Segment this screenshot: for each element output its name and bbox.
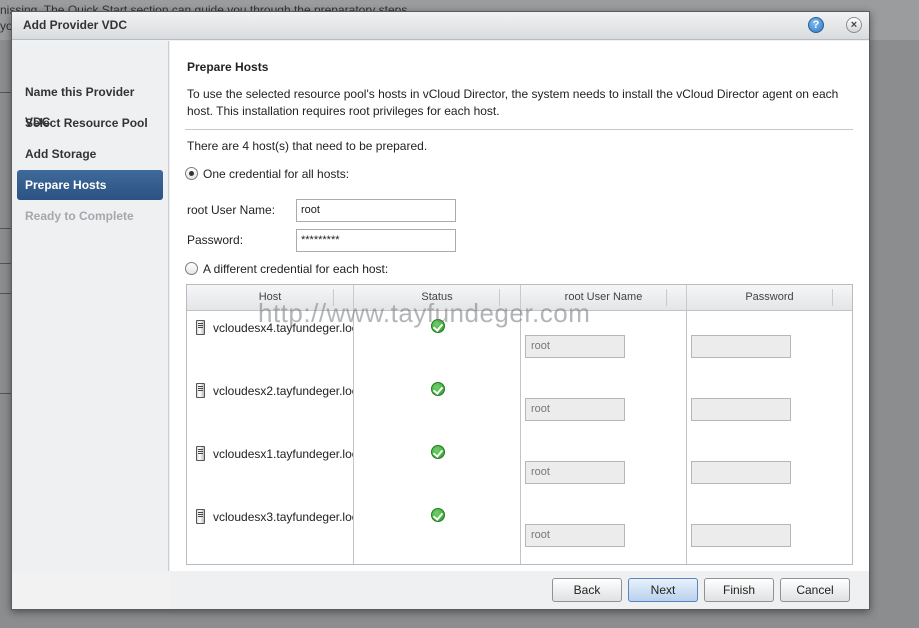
dialog-footer: Back Next Finish Cancel: [170, 571, 869, 609]
page-title: Prepare Hosts: [187, 60, 269, 74]
radio-different-credential-label: A different credential for each host:: [203, 262, 389, 276]
check-circle-icon: [431, 382, 445, 396]
host-count-text: There are 4 host(s) that need to be prep…: [187, 139, 428, 153]
check-circle-icon: [431, 319, 445, 333]
root-user-name-label: root User Name:: [187, 203, 276, 217]
nav-item-ready-to-complete: Ready to Complete: [25, 209, 134, 223]
check-circle-icon: [431, 445, 445, 459]
column-header-host[interactable]: Host: [187, 285, 354, 310]
header-separator: [666, 289, 667, 306]
row-root-user-input: root: [525, 335, 625, 358]
column-header-root-user-name[interactable]: root User Name: [521, 285, 687, 310]
radio-button-checked[interactable]: [185, 167, 198, 180]
table-row: vcloudesx4.tayfundeger.local root: [187, 313, 852, 376]
dialog-titlebar: Add Provider VDC ? ×: [12, 12, 869, 40]
radio-one-credential-label: One credential for all hosts:: [203, 167, 350, 181]
finish-button[interactable]: Finish: [704, 578, 774, 602]
row-root-user-input: root: [525, 524, 625, 547]
password-label: Password:: [187, 233, 244, 247]
host-name: vcloudesx3.tayfundeger.local: [213, 510, 353, 524]
page-description: To use the selected resource pool's host…: [187, 87, 839, 118]
server-icon: [196, 446, 205, 461]
row-password-input: [691, 398, 791, 421]
help-icon[interactable]: ?: [808, 17, 824, 33]
host-name: vcloudesx4.tayfundeger.local: [213, 321, 353, 335]
wizard-nav: Name this Provider VDC Select Resource P…: [12, 41, 169, 571]
close-icon[interactable]: ×: [846, 17, 862, 33]
header-separator: [333, 289, 334, 306]
radio-one-credential[interactable]: One credential for all hosts:: [185, 166, 349, 182]
nav-item-select-resource-pool[interactable]: Select Resource Pool: [17, 108, 163, 138]
root-user-name-input[interactable]: root: [296, 199, 456, 222]
table-row: vcloudesx3.tayfundeger.local root: [187, 502, 852, 565]
check-circle-icon: [431, 508, 445, 522]
column-header-password[interactable]: Password: [687, 285, 852, 310]
password-input[interactable]: *********: [296, 229, 456, 252]
add-provider-vdc-dialog: Add Provider VDC ? × Name this Provider …: [11, 11, 870, 610]
row-password-input: [691, 335, 791, 358]
table-row: vcloudesx1.tayfundeger.local root: [187, 439, 852, 502]
row-root-user-input: root: [525, 461, 625, 484]
radio-button-unchecked[interactable]: [185, 262, 198, 275]
wizard-content: Prepare Hosts To use the selected resour…: [170, 41, 869, 571]
row-root-user-input: root: [525, 398, 625, 421]
cancel-button[interactable]: Cancel: [780, 578, 850, 602]
dialog-title: Add Provider VDC: [23, 18, 128, 32]
server-icon: [196, 320, 205, 335]
nav-item-prepare-hosts[interactable]: Prepare Hosts: [17, 170, 163, 200]
server-icon: [196, 509, 205, 524]
row-password-input: [691, 461, 791, 484]
divider: [185, 129, 853, 130]
host-name: vcloudesx1.tayfundeger.local: [213, 447, 353, 461]
server-icon: [196, 383, 205, 398]
back-button[interactable]: Back: [552, 578, 622, 602]
nav-item-add-storage[interactable]: Add Storage: [17, 139, 163, 169]
nav-item-name-provider-vdc[interactable]: Name this Provider VDC: [17, 77, 163, 129]
next-button[interactable]: Next: [628, 578, 698, 602]
hosts-table-header: Host Status root User Name Password: [187, 285, 852, 311]
row-password-input: [691, 524, 791, 547]
table-row: vcloudesx2.tayfundeger.local root: [187, 376, 852, 439]
radio-different-credential[interactable]: A different credential for each host:: [185, 261, 388, 277]
header-separator: [499, 289, 500, 306]
hosts-table: Host Status root User Name Password vclo…: [186, 284, 853, 565]
host-name: vcloudesx2.tayfundeger.local: [213, 384, 353, 398]
column-header-status[interactable]: Status: [354, 285, 521, 310]
header-separator: [832, 289, 833, 306]
